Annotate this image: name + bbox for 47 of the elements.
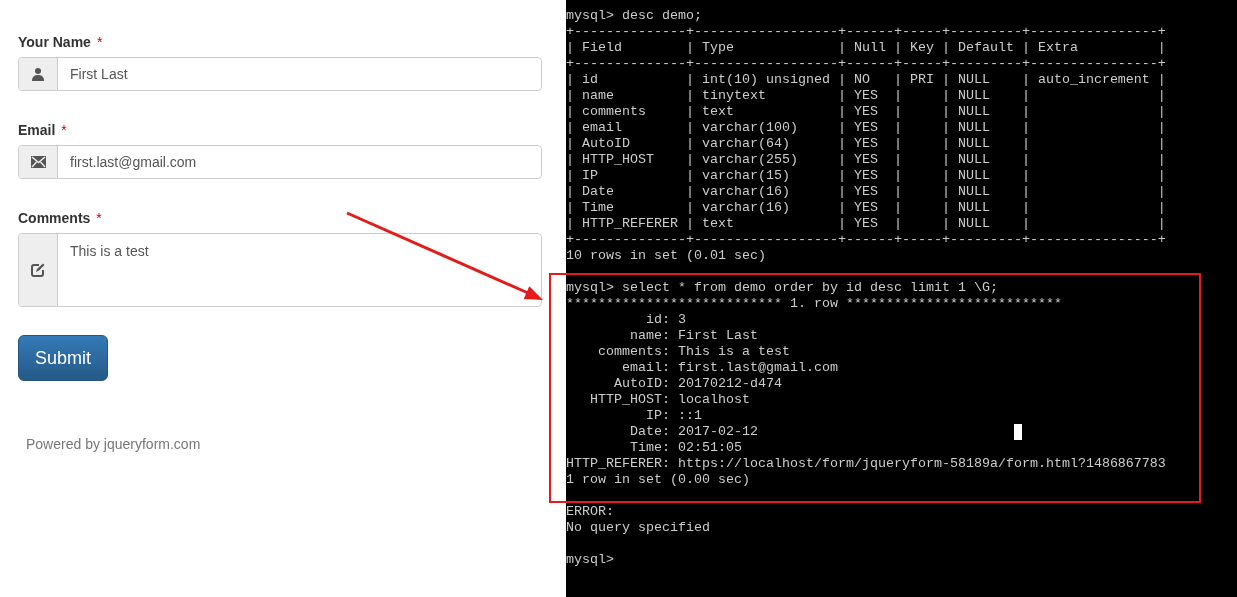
terminal-line: | id | int(10) unsigned | NO | PRI | NULL | auto_increment | — [566, 72, 1166, 88]
input-field[interactable]: First Last — [18, 57, 542, 91]
field-label: Your Name — [18, 32, 91, 52]
terminal-line: HTTP_REFERER: https://localhost/form/jqueryform-58189a/form.html?1486867783 — [566, 456, 1166, 472]
terminal-line: comments: This is a test — [597, 344, 790, 360]
terminal-line: Time: 02:51:05 — [629, 440, 742, 456]
terminal-line: *************************** 1. row *************************** — [566, 296, 1062, 312]
terminal-line: mysql> — [566, 552, 614, 568]
terminal-line: email: first.last@gmail.com — [621, 360, 838, 376]
terminal-line: | email | varchar(100) | YES | | NULL | | — [566, 120, 1166, 136]
terminal-line: ERROR: — [566, 504, 614, 520]
terminal-line: +--------------+------------------+------+-----+---------+----------------+ — [566, 232, 1166, 248]
required-mark: * — [96, 32, 103, 52]
input-field[interactable]: first.last@gmail.com — [18, 145, 542, 179]
terminal-line: Date: 2017-02-12 — [629, 424, 758, 440]
terminal-line: +--------------+------------------+------+-----+---------+----------------+ — [566, 24, 1166, 40]
terminal-line: | IP | varchar(15) | YES | | NULL | | — [566, 168, 1166, 184]
terminal-line: | Field | Type | Null | Key | Default | Extra | — [566, 40, 1166, 56]
terminal-line: | HTTP_REFERER | text | YES | | NULL | | — [566, 216, 1166, 232]
required-mark: * — [96, 208, 102, 228]
terminal-line: +--------------+------------------+------+-----+---------+----------------+ — [566, 56, 1166, 72]
comments-field[interactable]: This is a test — [18, 233, 542, 307]
terminal-line: | comments | text | YES | | NULL | | — [566, 104, 1166, 120]
field-label: Comments — [18, 208, 91, 228]
edit-icon — [31, 263, 45, 277]
terminal-line: name: First Last — [629, 328, 758, 344]
terminal-line: 10 rows in set (0.01 sec) — [566, 248, 766, 264]
terminal-line: | Time | varchar(16) | YES | | NULL | | — [566, 200, 1166, 216]
terminal-line: IP: ::1 — [644, 408, 702, 424]
terminal-line: id: 3 — [644, 312, 686, 328]
field-label: Email — [18, 120, 56, 140]
person-icon — [31, 67, 45, 81]
terminal-line: | name | tinytext | YES | | NULL | | — [566, 88, 1166, 104]
terminal-line: | AutoID | varchar(64) | YES | | NULL | | — [566, 136, 1166, 152]
envelope-icon — [30, 156, 46, 168]
powered-by-text: Powered by jqueryform.com — [26, 435, 202, 454]
submit-button[interactable]: Submit — [18, 335, 109, 381]
terminal-line: | Date | varchar(16) | YES | | NULL | | — [566, 184, 1166, 200]
required-mark: * — [61, 120, 67, 140]
terminal-line: mysql> desc demo; — [566, 8, 702, 24]
text-cursor — [1014, 424, 1022, 440]
terminal-line: 1 row in set (0.00 sec) — [566, 472, 750, 488]
terminal-line: No query specified — [566, 520, 710, 536]
terminal-line: HTTP_HOST: localhost — [589, 392, 750, 408]
terminal-line: mysql> select * from demo order by id desc limit 1 \G; — [566, 280, 998, 296]
terminal-line: AutoID: 20170212-d474 — [613, 376, 782, 392]
terminal-line: | HTTP_HOST | varchar(255) | YES | | NULL | | — [566, 152, 1166, 168]
